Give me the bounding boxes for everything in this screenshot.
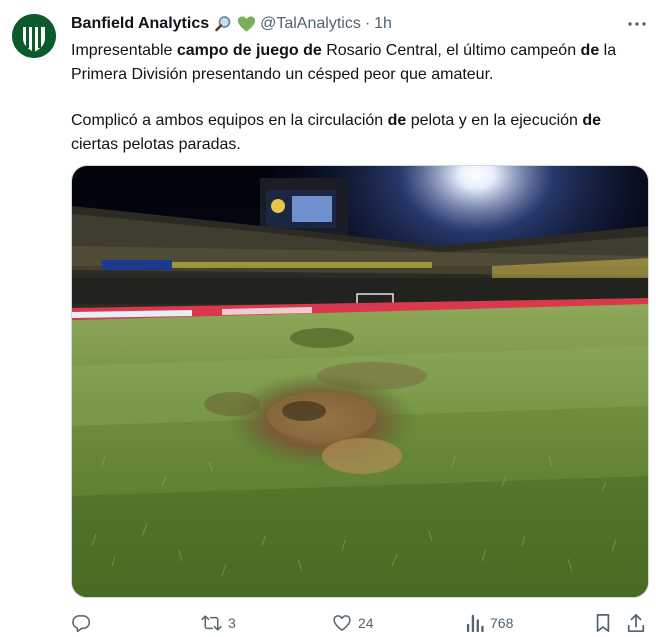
- green-heart-icon: [237, 15, 256, 33]
- action-bar: 3 24 768: [71, 610, 647, 636]
- analytics-bars-icon: [466, 614, 484, 632]
- banfield-shield-logo: [12, 14, 56, 58]
- magnifying-glass-icon: [213, 14, 233, 34]
- share-upload-icon: [627, 613, 645, 633]
- tweet-text: Impresentable campo de juego de Rosario …: [71, 39, 643, 157]
- retweet-button[interactable]: 3: [201, 610, 236, 636]
- reply-icon: [72, 615, 91, 633]
- retweet-count: 3: [228, 615, 236, 631]
- bold-span: de: [582, 112, 602, 129]
- text-span: pelota y en la ejecución: [406, 112, 583, 129]
- heart-icon: [333, 615, 351, 631]
- retweet-icon: [201, 615, 222, 631]
- stadium-pitch-image: [72, 166, 648, 597]
- bookmark-button[interactable]: [594, 610, 612, 636]
- like-button[interactable]: 24: [332, 610, 374, 636]
- bold-span: campo de juego de: [176, 42, 322, 59]
- author-handle[interactable]: @TalAnalytics: [260, 15, 361, 33]
- bookmark-icon: [596, 614, 610, 632]
- timestamp[interactable]: 1h: [374, 15, 392, 33]
- separator-dot: ·: [364, 15, 371, 32]
- share-button[interactable]: [626, 610, 646, 636]
- text-span: ciertas pelotas paradas.: [71, 136, 241, 153]
- text-span: Complicó a ambos equipos en la circulaci…: [71, 112, 388, 129]
- text-span: Impresentable: [71, 42, 177, 59]
- tweet-paragraph-2: Complicó a ambos equipos en la circulaci…: [71, 109, 643, 157]
- reply-button[interactable]: [71, 610, 97, 636]
- bold-span: de: [387, 112, 407, 129]
- more-button[interactable]: [626, 14, 648, 34]
- views-count: 768: [490, 615, 514, 631]
- tweet-header: Banfield Analytics @TalAnalytics · 1h: [71, 12, 392, 36]
- avatar[interactable]: [12, 14, 56, 58]
- views-button[interactable]: 768: [466, 610, 513, 636]
- like-count: 24: [358, 615, 374, 631]
- more-dots-icon: [628, 22, 646, 26]
- text-span: Rosario Central, el último campeón: [321, 42, 581, 59]
- bold-span: de: [580, 42, 600, 59]
- tweet-photo[interactable]: [71, 165, 649, 598]
- tweet-paragraph-1: Impresentable campo de juego de Rosario …: [71, 39, 643, 87]
- tweet-card[interactable]: Banfield Analytics @TalAnalytics · 1h Im…: [0, 0, 656, 637]
- author-name[interactable]: Banfield Analytics: [71, 15, 209, 33]
